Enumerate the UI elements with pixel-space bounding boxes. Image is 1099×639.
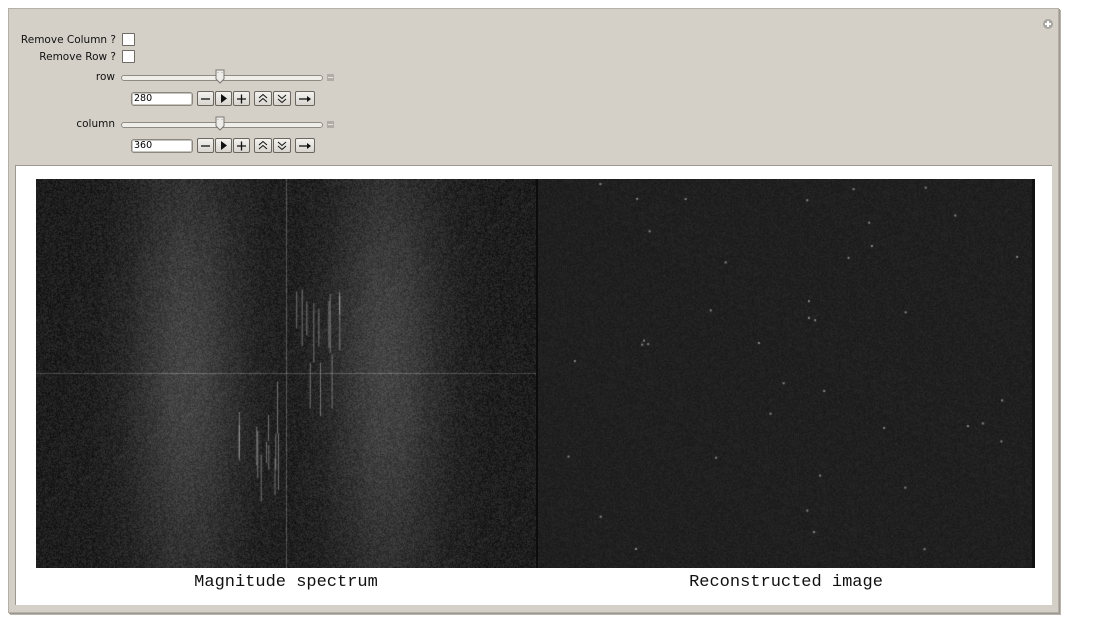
output-area: Magnitude spectrum Reconstructed image bbox=[15, 165, 1052, 605]
column-slower-button[interactable] bbox=[273, 138, 291, 153]
column-value-field[interactable]: 360 bbox=[131, 139, 193, 153]
magnitude-spectrum-image bbox=[36, 179, 536, 568]
column-faster-button[interactable] bbox=[254, 138, 272, 153]
arrow-right-icon bbox=[299, 96, 311, 102]
row-direction-button[interactable] bbox=[295, 91, 315, 106]
row-animator-controls bbox=[197, 91, 316, 106]
row-slider-label: row bbox=[95, 71, 115, 83]
double-chevron-down-icon bbox=[277, 94, 287, 104]
row-increment-button[interactable] bbox=[233, 91, 250, 106]
column-increment-button[interactable] bbox=[233, 138, 250, 153]
double-chevron-up-icon bbox=[258, 93, 268, 103]
column-slider-label: column bbox=[76, 118, 115, 130]
add-icon[interactable] bbox=[1043, 19, 1053, 29]
plus-icon bbox=[237, 94, 246, 104]
column-slider[interactable] bbox=[121, 116, 323, 131]
row-slider-options-toggle[interactable] bbox=[327, 74, 334, 81]
row-slider[interactable] bbox=[121, 69, 323, 84]
column-slider-thumb[interactable] bbox=[215, 116, 225, 131]
double-chevron-up-icon bbox=[258, 140, 268, 150]
row-value-field[interactable]: 280 bbox=[131, 92, 193, 106]
play-icon bbox=[221, 141, 227, 150]
column-direction-button[interactable] bbox=[295, 138, 315, 153]
reconstructed-image-caption: Reconstructed image bbox=[689, 573, 883, 592]
column-slider-options-toggle[interactable] bbox=[327, 121, 334, 128]
arrow-right-icon bbox=[299, 143, 311, 149]
row-slider-thumb[interactable] bbox=[215, 69, 225, 84]
double-chevron-down-icon bbox=[277, 141, 287, 151]
image-edge bbox=[1032, 179, 1035, 568]
plus-icon bbox=[237, 141, 246, 151]
magnitude-spectrum-caption: Magnitude spectrum bbox=[194, 573, 378, 592]
reconstructed-image bbox=[538, 179, 1035, 568]
remove-column-label: Remove Column ? bbox=[20, 34, 116, 46]
play-icon bbox=[221, 94, 227, 103]
row-slower-button[interactable] bbox=[273, 91, 291, 106]
remove-column-checkbox[interactable] bbox=[122, 33, 135, 46]
column-decrement-button[interactable] bbox=[197, 138, 214, 153]
row-faster-button[interactable] bbox=[254, 91, 272, 106]
remove-row-checkbox[interactable] bbox=[122, 50, 135, 63]
row-play-button[interactable] bbox=[215, 91, 232, 106]
row-decrement-button[interactable] bbox=[197, 91, 214, 106]
column-animator-controls bbox=[197, 138, 316, 153]
column-play-button[interactable] bbox=[215, 138, 232, 153]
minus-icon bbox=[201, 145, 210, 147]
remove-row-label: Remove Row ? bbox=[39, 51, 116, 63]
minus-icon bbox=[201, 98, 210, 100]
